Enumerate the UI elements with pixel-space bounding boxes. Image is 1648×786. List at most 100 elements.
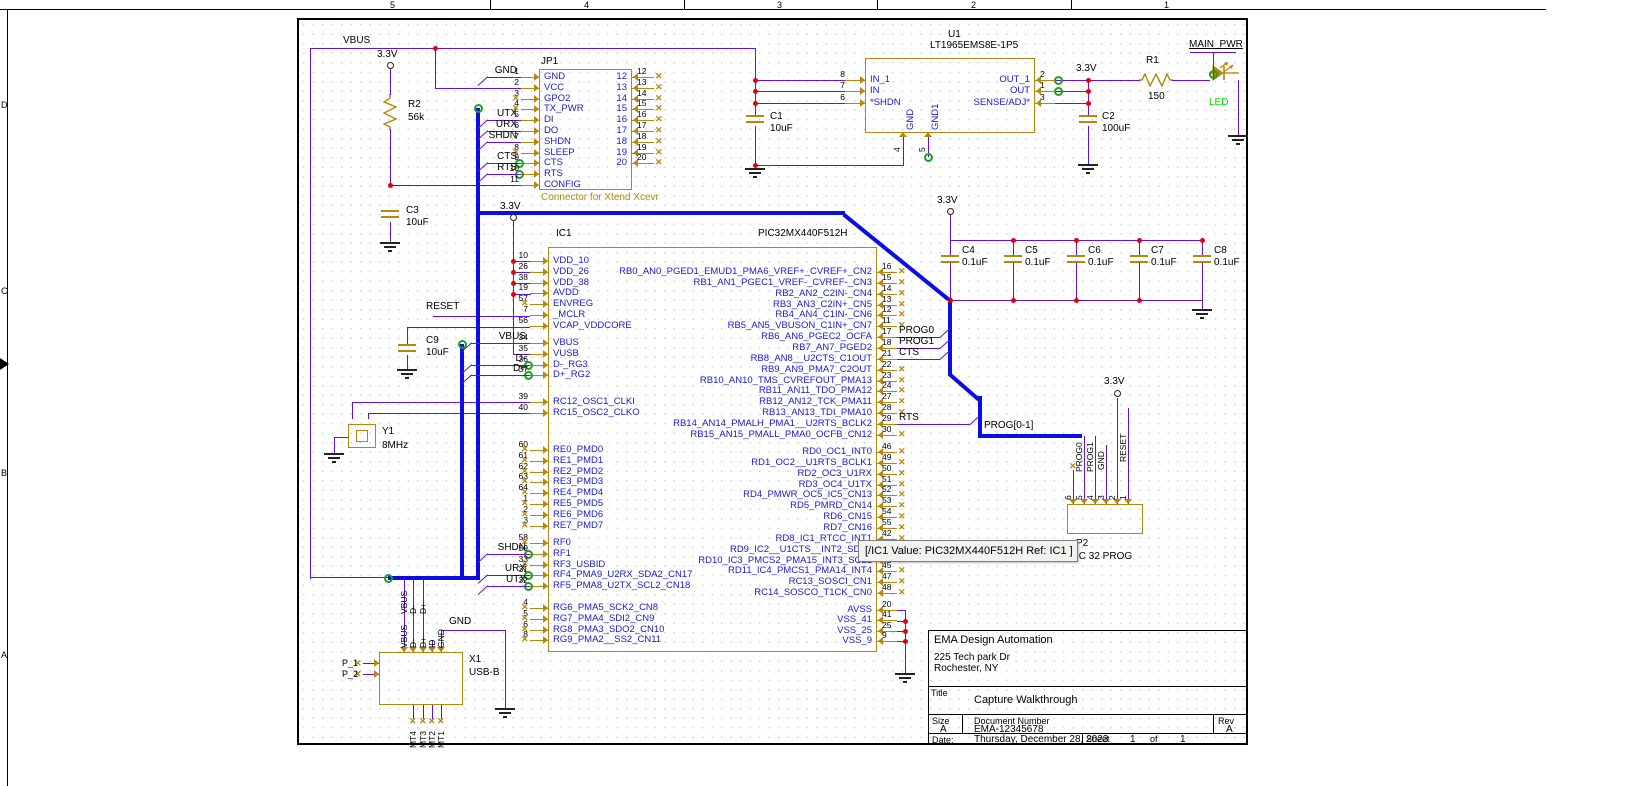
j2-value[interactable]: IC 32 PROG [1076,552,1132,562]
cap-value[interactable]: 0.1uF [1214,258,1240,268]
wire-segment[interactable] [441,630,506,631]
c1-ref[interactable]: C1 [770,112,783,122]
c2-ref[interactable]: C2 [1102,112,1115,122]
wire-segment[interactable] [310,48,756,49]
resistor-r1-symbol[interactable] [1139,73,1173,87]
wire-segment[interactable] [407,327,408,344]
capacitor-symbol[interactable] [1130,255,1148,263]
wire-segment[interactable] [1238,80,1239,135]
capacitor-symbol[interactable] [1193,255,1211,263]
capacitor-symbol[interactable] [1004,255,1022,263]
wire-segment[interactable] [1128,408,1129,504]
c9-value[interactable]: 10uF [426,348,449,358]
usb-x1-body[interactable] [379,652,463,705]
ic1-ref[interactable]: IC1 [556,229,572,239]
net-label-vbus[interactable]: VBUS [490,332,526,342]
c1-value[interactable]: 10uF [770,124,793,134]
wire-segment[interactable] [755,126,756,166]
cap-value[interactable]: 0.1uF [1088,258,1114,268]
jp1-ref[interactable]: JP1 [541,57,558,67]
wire-segment[interactable] [950,240,951,255]
net-label-utx[interactable]: UTX [490,575,526,585]
net-label-cts[interactable]: CTS [899,348,919,358]
schematic-canvas[interactable]: 5 4 3 2 1 D C B A JP1 Connector for Xten… [0,0,1648,786]
ground-symbol[interactable] [1078,164,1098,175]
wire-segment[interactable] [1088,80,1089,116]
cap-value[interactable]: 0.1uF [1025,258,1051,268]
net-label-reset[interactable]: RESET [1119,434,1128,462]
net-label-3v3[interactable]: 3.3V [937,196,958,206]
wire-segment[interactable] [407,327,530,328]
x1-ref[interactable]: X1 [469,655,481,665]
net-label-prog1[interactable]: PROG1 [899,337,934,347]
ground-symbol[interactable] [397,369,417,380]
wire-segment[interactable] [368,413,369,419]
wire-segment[interactable] [1055,80,1140,81]
ground-symbol[interactable] [895,673,915,684]
net-label-prog0[interactable]: PROG0 [899,326,934,336]
wire-segment[interactable] [1095,436,1096,504]
wire-segment[interactable] [950,214,951,241]
cap-value[interactable]: 0.1uF [962,258,988,268]
net-label-led[interactable]: LED [1209,98,1228,108]
capacitor-symbol[interactable] [746,115,764,123]
cap-value[interactable]: 0.1uF [1151,258,1177,268]
bus-segment[interactable] [980,434,1082,438]
r1-ref[interactable]: R1 [1146,56,1159,66]
net-label-prog1[interactable]: PROG1 [1086,442,1095,472]
capacitor-symbol[interactable] [381,210,399,218]
wire-segment[interactable] [407,355,408,369]
net-label-3v3[interactable]: 3.3V [1076,64,1097,74]
cap-ref[interactable]: C5 [1025,246,1038,256]
cap-ref[interactable]: C6 [1088,246,1101,256]
net-label-3v3[interactable]: 3.3V [1104,377,1125,387]
net-label-d-[interactable]: D- [409,605,418,614]
power-symbol-3v3[interactable] [1114,390,1121,397]
net-label-shdn[interactable]: SHDN [490,543,526,553]
net-label-reset[interactable]: RESET [426,302,459,312]
wire-segment[interactable] [950,263,951,300]
capacitor-symbol[interactable] [941,255,959,263]
y1-ref[interactable]: Y1 [382,427,394,437]
wire-segment[interactable] [1088,126,1089,164]
ground-symbol[interactable] [745,168,765,179]
y1-value[interactable]: 8MHz [382,441,408,451]
wire-segment[interactable] [390,222,391,242]
wire-segment[interactable] [1202,300,1203,309]
ground-symbol[interactable] [1228,135,1248,146]
wire-segment[interactable] [1172,80,1210,81]
net-label-prog0[interactable]: PROG0 [1075,442,1084,472]
bus-segment[interactable] [460,344,464,580]
cap-ref[interactable]: C7 [1151,246,1164,256]
wire-segment[interactable] [1202,263,1203,300]
wire-segment[interactable] [755,165,904,166]
c2-value[interactable]: 100uF [1102,124,1130,134]
wire-segment[interactable] [352,402,353,419]
connector-j2-body[interactable] [1067,504,1143,534]
wire-segment[interactable] [310,577,389,578]
capacitor-symbol[interactable] [1079,115,1097,123]
ic1-value[interactable]: PIC32MX440F512H [758,229,848,239]
wire-segment[interactable] [334,437,335,453]
c3-ref[interactable]: C3 [406,206,419,216]
wire-segment[interactable] [487,586,530,587]
wire-segment[interactable] [471,375,530,376]
wire-segment[interactable] [903,133,904,165]
wire-segment[interactable] [1076,263,1077,300]
wire-segment[interactable] [1190,52,1236,53]
wire-segment[interactable] [368,413,530,414]
cap-ref[interactable]: C4 [962,246,975,256]
net-label-urx[interactable]: URX [490,564,526,574]
u1-ref[interactable]: U1 [948,30,961,40]
bus-segment[interactable] [948,298,952,374]
capacitor-symbol[interactable] [1067,255,1085,263]
net-label-gnd[interactable]: GND [1097,451,1106,470]
net-label-d+[interactable]: D+ [419,603,428,614]
net-label-3v3[interactable]: 3.3V [377,50,398,60]
wire-segment[interactable] [1013,263,1014,300]
ground-symbol[interactable] [324,453,344,464]
power-symbol-3v3[interactable] [387,62,394,69]
net-label-rts[interactable]: RTS [899,413,919,423]
c3-value[interactable]: 10uF [406,218,429,228]
net-label-d+[interactable]: D+ [490,364,526,374]
